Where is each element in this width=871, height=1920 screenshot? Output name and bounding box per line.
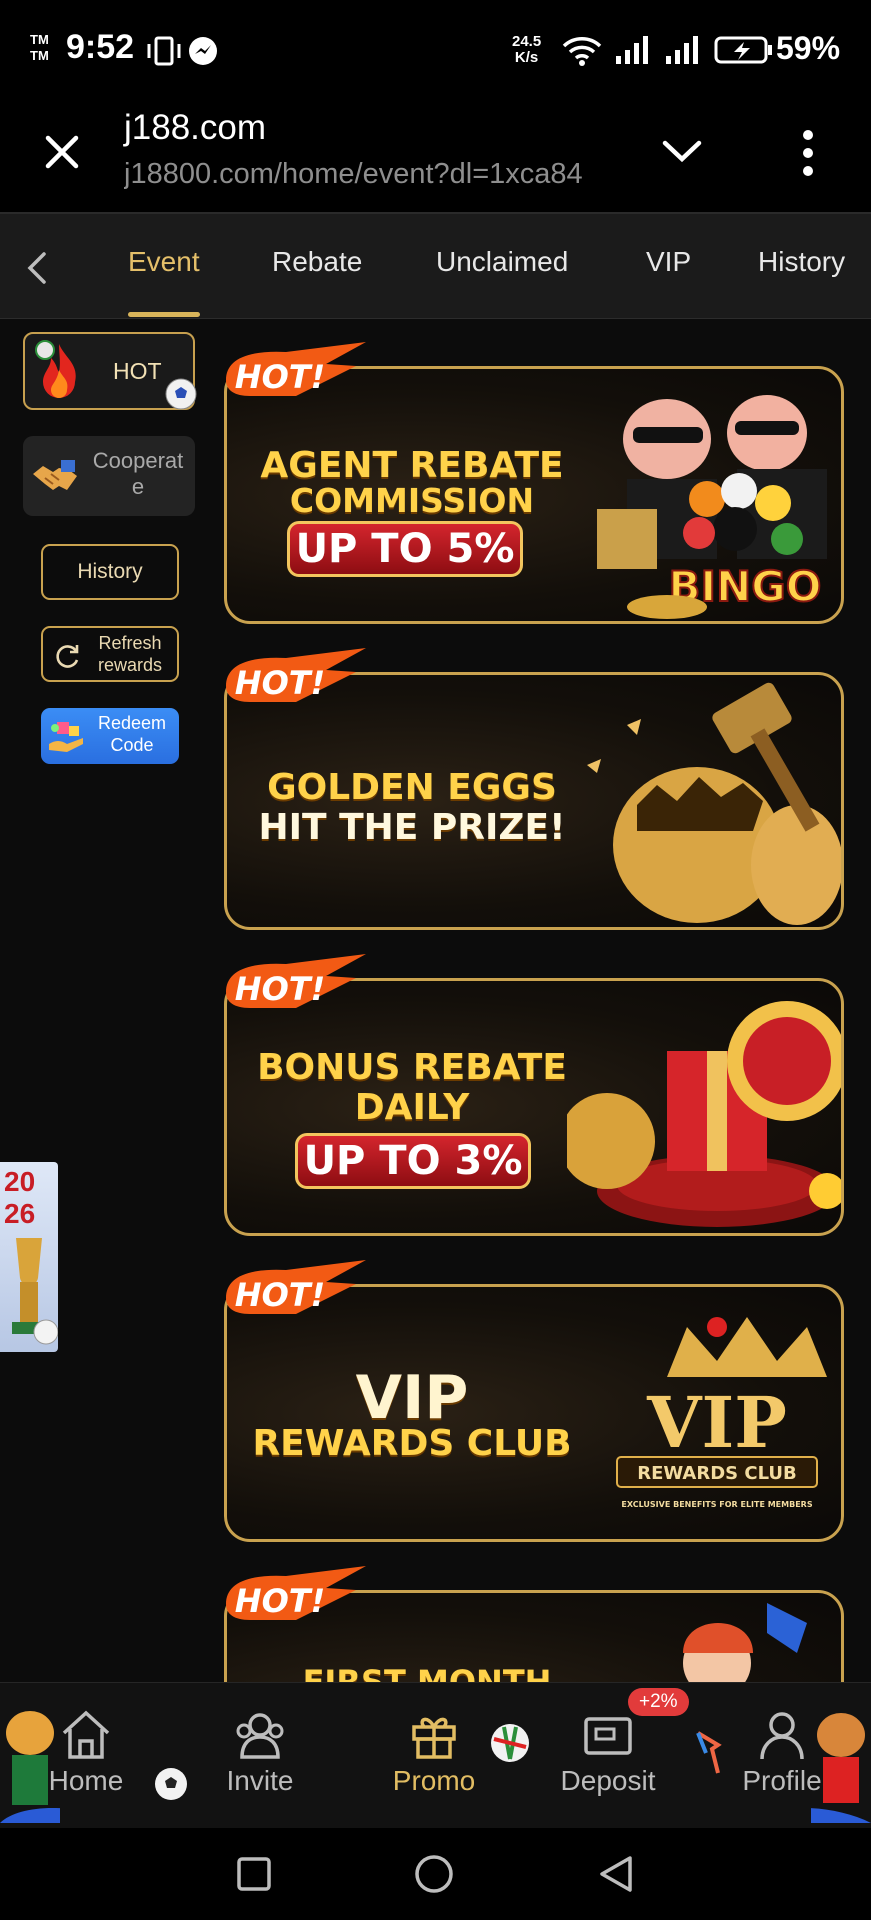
tab-history[interactable]: History	[758, 246, 845, 278]
gift-hand-icon	[49, 722, 83, 752]
rewards-club-text: REWARDS CLUB	[637, 1463, 797, 1484]
banner-subtitle: DAILY	[354, 1087, 470, 1128]
hot-category-button[interactable]: HOT	[23, 332, 197, 410]
browser-url-bar: j188.com j18800.com/home/event?dl=1xca84	[0, 100, 871, 214]
world-cup-floating-widget[interactable]: 20 26	[0, 1162, 58, 1352]
android-navigation-bar	[0, 1828, 871, 1920]
nav-promo-label: Promo	[392, 1765, 476, 1796]
svg-text:HOT!: HOT!	[235, 1276, 325, 1314]
close-icon[interactable]	[40, 130, 84, 174]
history-button[interactable]: History	[41, 544, 179, 600]
vip-logo-text: VIP	[646, 1381, 787, 1464]
banner-subtitle: HIT THE PRIZE!	[258, 807, 566, 848]
svg-text:HOT!: HOT!	[235, 664, 325, 702]
trophy-icon	[12, 1238, 58, 1345]
banner-subtitle: REWARDS CLUB	[252, 1423, 572, 1464]
banner-title: GOLDEN EGGS	[267, 767, 557, 808]
nav-invite-label: Invite	[226, 1765, 294, 1796]
treasure-chest-illustration	[567, 1001, 841, 1227]
rebate-percent-pill: UP TO 5%	[287, 521, 523, 577]
deposit-bonus-badge: +2%	[628, 1688, 689, 1716]
page-url[interactable]: j18800.com/home/event?dl=1xca84	[124, 158, 624, 191]
svg-text:HOT!: HOT!	[235, 970, 325, 1008]
nav-promo[interactable]: Promo	[374, 1683, 494, 1823]
pig-mascots-illustration: BINGO	[597, 395, 827, 619]
chevron-left-icon[interactable]	[22, 250, 52, 286]
hot-tag-icon: HOT!	[226, 954, 366, 1008]
world-cup-year: 20 26	[4, 1166, 36, 1229]
cooperate-label: Cooperat e	[92, 448, 184, 499]
svg-text:HOT!: HOT!	[235, 358, 325, 396]
messenger-icon	[189, 37, 217, 65]
banner-title: AGENT REBATE	[260, 445, 564, 486]
banner-subtitle: COMMISSION	[289, 481, 535, 520]
mascot-icon	[811, 1713, 871, 1823]
vip-crown-illustration: VIP REWARDS CLUB EXCLUSIVE BENEFITS FOR …	[616, 1317, 827, 1509]
active-tab-indicator	[128, 312, 200, 317]
vibrate-icon	[147, 36, 181, 66]
page-domain: j188.com	[124, 108, 267, 147]
cooperate-category-button[interactable]: Cooperat e	[23, 436, 195, 516]
golden-egg-hammer-illustration	[587, 682, 841, 925]
recent-apps-icon[interactable]	[236, 1856, 272, 1892]
tab-unclaimed[interactable]: Unclaimed	[436, 246, 568, 278]
refresh-icon	[56, 645, 79, 668]
signal-icon	[616, 36, 648, 64]
fire-icon	[35, 340, 76, 398]
back-triangle-icon[interactable]	[598, 1854, 634, 1894]
svg-text:HOT!: HOT!	[235, 1582, 325, 1620]
hot-tag-icon: HOT!	[226, 648, 366, 702]
banner-title: BONUS REBATE	[257, 1047, 567, 1088]
hot-tag-icon: HOT!	[226, 1260, 366, 1314]
rebate-percent-pill: UP TO 3%	[295, 1133, 531, 1189]
hot-label: HOT	[113, 358, 162, 384]
nav-home-label: Home	[48, 1765, 124, 1796]
soccer-ball-icon	[165, 378, 197, 410]
invite-users-icon	[236, 1713, 284, 1759]
battery-icon	[714, 36, 772, 64]
handshake-icon	[33, 460, 77, 490]
bottom-navigation: Home Invite Promo Deposit Profile	[0, 1682, 871, 1829]
tab-vip[interactable]: VIP	[646, 246, 691, 278]
signal-icon	[666, 36, 698, 64]
tab-rebate[interactable]: Rebate	[272, 246, 362, 278]
network-speed: 24.5 K/s	[512, 33, 542, 66]
nav-deposit-label: Deposit	[560, 1765, 656, 1796]
home-icon	[62, 1710, 110, 1759]
clock: 9:52	[66, 28, 135, 66]
tab-event[interactable]: Event	[128, 246, 200, 278]
soccer-ball-icon	[491, 1724, 529, 1762]
girl-parrot-illustration	[683, 1603, 807, 1682]
refresh-label: Refresh rewards	[97, 633, 163, 675]
hot-tag-icon: HOT!	[226, 1566, 366, 1620]
nav-invite[interactable]: Invite	[200, 1683, 320, 1823]
gift-icon	[412, 1717, 456, 1759]
profile-icon	[760, 1712, 804, 1760]
hot-tag-icon: HOT!	[226, 342, 366, 396]
wifi-icon	[562, 37, 602, 66]
more-options-icon[interactable]	[800, 128, 816, 178]
redeem-code-button[interactable]: Redeem Code	[41, 708, 179, 764]
elite-members-text: EXCLUSIVE BENEFITS FOR ELITE MEMBERS	[621, 1500, 812, 1509]
chevron-down-icon[interactable]	[660, 136, 704, 166]
party-horn-icon	[696, 1731, 722, 1774]
battery-percent: 59%	[776, 30, 841, 66]
event-tabs: Event Rebate Unclaimed VIP History	[0, 214, 871, 319]
home-circle-icon[interactable]	[414, 1854, 454, 1894]
refresh-rewards-button[interactable]: Refresh rewards	[41, 626, 179, 682]
redeem-label: Redeem Code	[97, 713, 167, 755]
banner-title: FIRST MONTH BONUSES	[302, 1663, 552, 1682]
wallet-icon	[584, 1717, 632, 1755]
nav-home[interactable]: Home	[26, 1683, 146, 1823]
soccer-ball-icon	[155, 1768, 187, 1800]
tm-indicator: TM TM	[30, 32, 49, 63]
status-bar: TM TM 9:52 24.5 K/s 59%	[0, 0, 871, 100]
